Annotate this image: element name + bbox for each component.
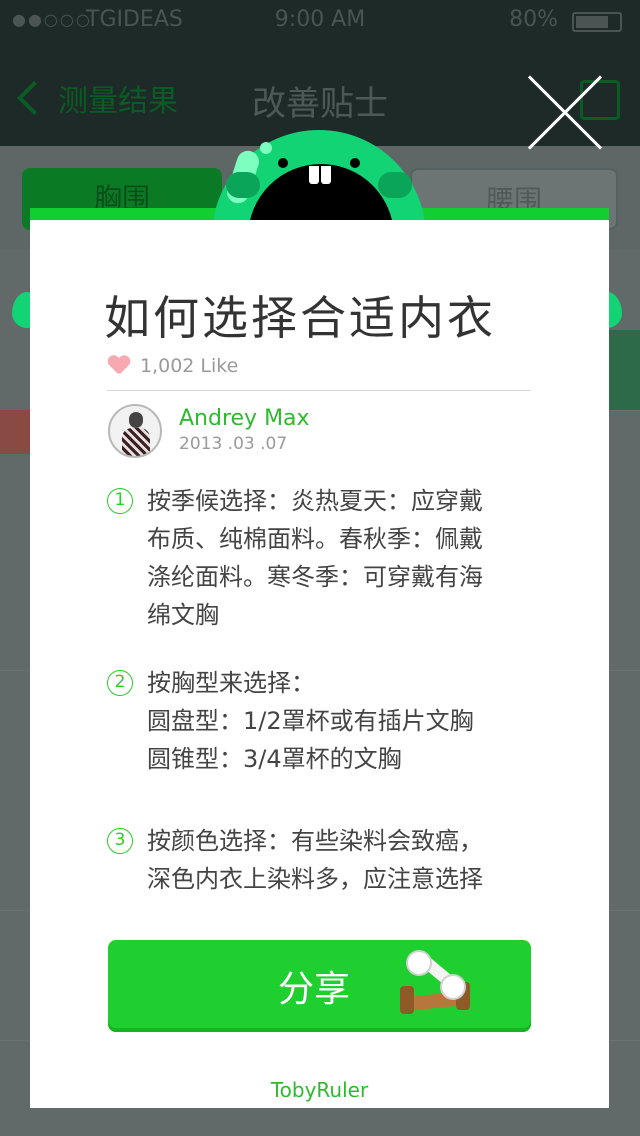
mascot-cheek [226,172,260,198]
dumbbell-weight [400,986,414,1014]
tip-line: 涤纶面料。寒冬季：可穿戴有海 [147,563,483,591]
post-date: 2013 .03 .07 [179,434,288,454]
avatar-body [122,428,150,456]
close-icon[interactable] [522,70,608,156]
status-bar: ●●○○○ TGIDEAS 9:00 AM 80% [0,0,640,40]
tip-number-badge: 1 [107,488,133,514]
tip-line: 按胸型来选择： [147,669,315,697]
avatar[interactable] [108,404,162,458]
like-count[interactable]: 1,002 Like [108,355,238,377]
ribbon-decoration [0,410,30,454]
tip-line: 布质、纯棉面料。春秋季：佩戴 [147,525,483,553]
footer-brand: TobyRuler [270,1078,369,1102]
mascot-monster [212,130,426,220]
tips-card: 如何选择合适内衣 1,002 Like Andrey Max 2013 .03 … [30,208,609,1108]
tip-line: 按季候选择：炎热夏天：应穿戴 [147,487,483,515]
card-title: 如何选择合适内衣 [104,291,496,345]
author-name[interactable]: Andrey Max [179,406,310,431]
mascot-eye [350,158,360,168]
battery-icon [572,12,622,32]
dumbbell-weight [408,952,430,974]
divider [107,390,531,391]
mascot-tooth [309,166,319,184]
share-button[interactable]: 分享 [108,940,531,1032]
tip-line: 深色内衣上染料多，应注意选择 [147,865,483,893]
dumbbell-icon [398,952,474,1022]
tip-text: 按季候选择：炎热夏天：应穿戴 布质、纯棉面料。春秋季：佩戴 涤纶面料。寒冬季：可… [147,482,547,634]
battery-percent: 80% [509,7,558,32]
like-count-label: 1,002 Like [140,355,239,377]
tip-text: 按胸型来选择： 圆盘型：1/2罩杯或有插片文胸 圆锥型：3/4罩杯的文胸 [147,664,547,778]
mascot-tooth [321,166,331,184]
mascot-cheek [378,172,412,198]
tip-number-badge: 2 [107,670,133,696]
mascot-eye [278,158,288,168]
tip-line: 圆盘型：1/2罩杯或有插片文胸 [147,707,474,735]
share-button-label: 分享 [278,969,351,1010]
avatar-head [129,412,143,428]
mascot-highlight [260,142,272,154]
tip-line: 按颜色选择：有些染料会致癌， [147,827,483,855]
tip-number-badge: 3 [107,828,133,854]
tip-line: 圆锥型：3/4罩杯的文胸 [147,745,402,773]
dumbbell-weight [442,976,464,998]
tip-line: 绵文胸 [147,601,219,629]
side-tag-decoration [608,330,640,410]
heart-icon[interactable] [108,356,130,376]
tip-text: 按颜色选择：有些染料会致癌， 深色内衣上染料多，应注意选择 [147,822,547,898]
